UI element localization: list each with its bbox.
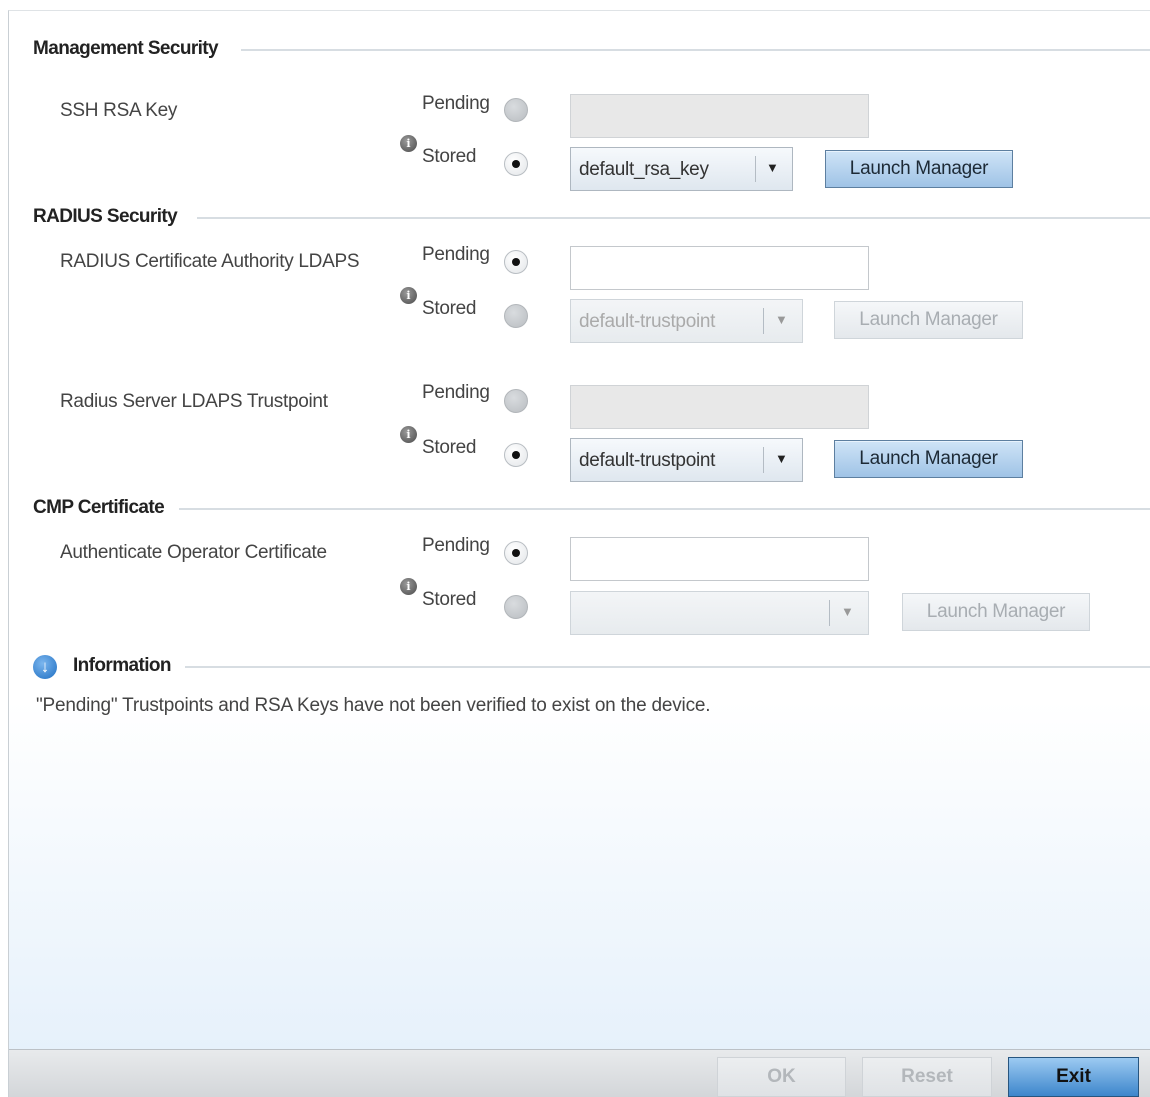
ssh-stored-label: Stored bbox=[422, 146, 477, 167]
select-separator bbox=[755, 156, 756, 182]
server-launch-manager-button[interactable]: Launch Manager bbox=[834, 440, 1023, 478]
server-stored-label: Stored bbox=[422, 437, 477, 458]
radius-ca-ldaps-label: RADIUS Certificate Authority LDAPS bbox=[60, 251, 360, 272]
ca-stored-label: Stored bbox=[422, 298, 477, 319]
ca-pending-label: Pending bbox=[422, 244, 490, 265]
server-pending-radio[interactable] bbox=[504, 389, 528, 413]
ca-stored-select[interactable]: default-trustpoint ▼ bbox=[570, 299, 803, 343]
cmp-pending-input[interactable] bbox=[570, 537, 869, 581]
ca-launch-manager-button[interactable]: Launch Manager bbox=[834, 301, 1023, 339]
section-divider bbox=[185, 666, 1150, 668]
ssh-pending-radio[interactable] bbox=[504, 98, 528, 122]
exit-button[interactable]: Exit bbox=[1008, 1057, 1139, 1097]
security-panel: Management Security SSH RSA Key Pending … bbox=[8, 10, 1150, 1097]
reset-button[interactable]: Reset bbox=[862, 1057, 992, 1097]
cmp-pending-radio[interactable] bbox=[504, 541, 528, 565]
ssh-stored-select-value: default_rsa_key bbox=[579, 159, 709, 180]
select-separator bbox=[829, 600, 830, 626]
ssh-rsa-key-label: SSH RSA Key bbox=[60, 100, 178, 121]
chevron-down-icon: ▼ bbox=[775, 312, 788, 327]
cmp-info-icon[interactable]: i bbox=[400, 578, 417, 595]
server-stored-select[interactable]: default-trustpoint ▼ bbox=[570, 438, 803, 482]
ca-info-icon[interactable]: i bbox=[400, 287, 417, 304]
chevron-down-icon: ▼ bbox=[766, 160, 779, 175]
section-title-information[interactable]: Information bbox=[73, 655, 172, 677]
chevron-down-icon: ▼ bbox=[841, 604, 854, 619]
radius-server-ldaps-label: Radius Server LDAPS Trustpoint bbox=[60, 391, 328, 412]
information-text: "Pending" Trustpoints and RSA Keys have … bbox=[36, 695, 711, 716]
section-divider bbox=[197, 217, 1150, 219]
cmp-stored-select[interactable]: ▼ bbox=[570, 591, 869, 635]
section-divider bbox=[179, 508, 1150, 510]
operator-cert-label: Authenticate Operator Certificate bbox=[60, 542, 327, 563]
ca-stored-radio[interactable] bbox=[504, 304, 528, 328]
section-title-management-security: Management Security bbox=[33, 38, 219, 59]
footer-bar: OK Reset Exit bbox=[9, 1049, 1150, 1097]
cmp-stored-radio[interactable] bbox=[504, 595, 528, 619]
ok-button[interactable]: OK bbox=[717, 1057, 846, 1097]
ssh-stored-select[interactable]: default_rsa_key ▼ bbox=[570, 147, 793, 191]
ca-stored-select-value: default-trustpoint bbox=[579, 311, 716, 332]
server-stored-radio[interactable] bbox=[504, 443, 528, 467]
server-info-icon[interactable]: i bbox=[400, 426, 417, 443]
section-title-radius-security: RADIUS Security bbox=[33, 206, 178, 227]
cmp-stored-label: Stored bbox=[422, 589, 477, 610]
ssh-pending-input[interactable] bbox=[570, 94, 869, 138]
server-pending-label: Pending bbox=[422, 382, 490, 403]
chevron-down-icon: ▼ bbox=[775, 451, 788, 466]
expand-arrow-icon[interactable]: ↓ bbox=[33, 655, 57, 679]
ca-pending-input[interactable] bbox=[570, 246, 869, 290]
server-stored-select-value: default-trustpoint bbox=[579, 450, 716, 471]
select-separator bbox=[763, 447, 764, 473]
select-separator bbox=[763, 308, 764, 334]
ssh-pending-label: Pending bbox=[422, 93, 490, 114]
section-divider bbox=[241, 49, 1150, 51]
cmp-launch-manager-button[interactable]: Launch Manager bbox=[902, 593, 1090, 631]
ca-pending-radio[interactable] bbox=[504, 250, 528, 274]
ssh-info-icon[interactable]: i bbox=[400, 135, 417, 152]
section-title-cmp-certificate: CMP Certificate bbox=[33, 497, 165, 518]
ssh-stored-radio[interactable] bbox=[504, 152, 528, 176]
cmp-pending-label: Pending bbox=[422, 535, 490, 556]
server-pending-input[interactable] bbox=[570, 385, 869, 429]
ssh-launch-manager-button[interactable]: Launch Manager bbox=[825, 150, 1013, 188]
